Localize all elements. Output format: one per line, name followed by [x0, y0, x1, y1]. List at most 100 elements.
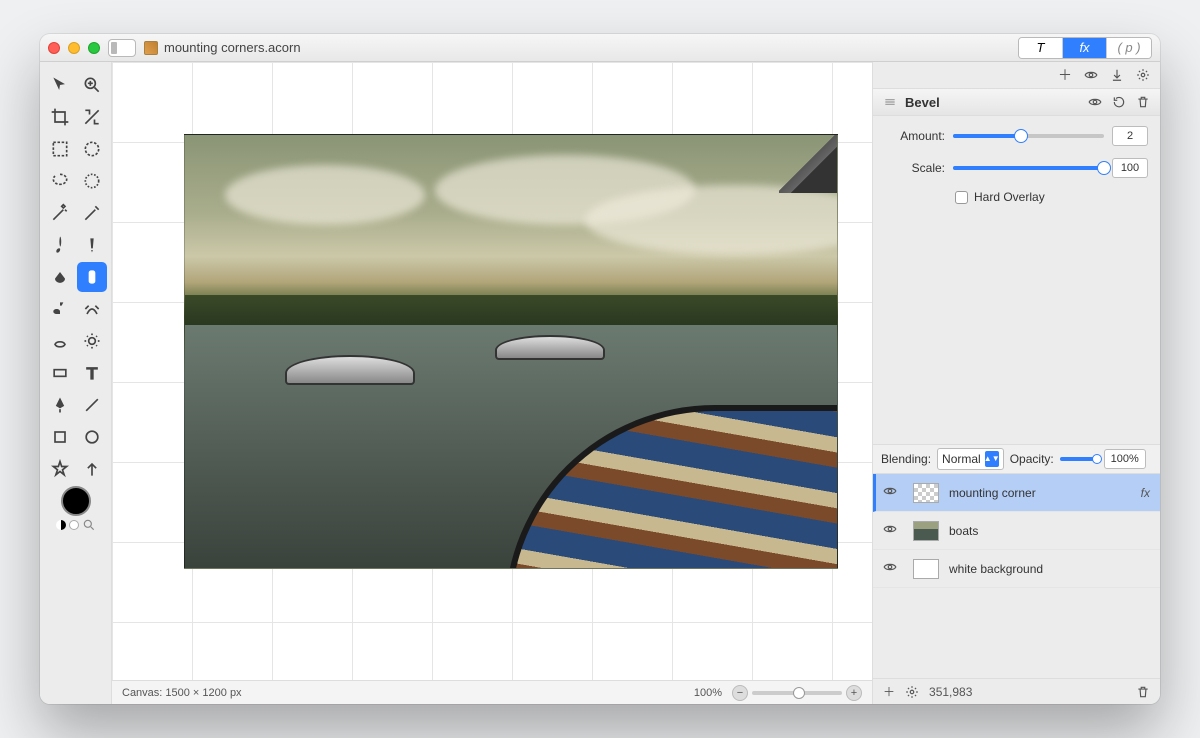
layer-thumbnail	[913, 559, 939, 579]
scale-value-input[interactable]: 100	[1112, 158, 1148, 178]
scale-tool[interactable]	[77, 102, 107, 132]
brush-tool[interactable]	[45, 230, 75, 260]
flatten-filter-icon[interactable]	[1110, 68, 1124, 82]
layer-visibility-icon[interactable]	[883, 560, 903, 577]
layer-name-label: mounting corner	[949, 486, 1036, 500]
fill-tool[interactable]	[45, 262, 75, 292]
app-window: mounting corners.acorn T fx ( p )	[40, 34, 1160, 704]
layer-visibility-icon[interactable]	[883, 522, 903, 539]
filter-toggle-visibility-icon[interactable]	[1088, 95, 1102, 109]
amount-value-input[interactable]: 2	[1112, 126, 1148, 146]
filter-visibility-icon[interactable]	[1084, 68, 1098, 82]
layer-row[interactable]: mounting corner fx	[873, 474, 1160, 512]
zoom-in-button[interactable]: +	[846, 685, 862, 701]
traffic-lights	[48, 42, 100, 54]
delete-layer-icon[interactable]	[1136, 685, 1150, 699]
pencil-tool[interactable]	[77, 230, 107, 260]
gradient-tool[interactable]	[77, 262, 107, 292]
hard-overlay-checkbox[interactable]: Hard Overlay	[955, 190, 1148, 204]
memory-usage-label: 351,983	[929, 685, 972, 699]
background-color-swatch[interactable]	[69, 520, 79, 530]
magic-wand-tool[interactable]	[45, 198, 75, 228]
crop-tool[interactable]	[45, 102, 75, 132]
blending-mode-value: Normal	[942, 452, 981, 466]
arrow-tool[interactable]	[77, 454, 107, 484]
blending-controls: Blending: Normal ▲▼ Opacity: 100%	[873, 444, 1160, 474]
canvas-status-bar: Canvas: 1500 × 1200 px 100% − +	[112, 680, 872, 704]
layers-status-bar: ＋ 351,983	[873, 678, 1160, 704]
fx-toolbar: ＋	[873, 62, 1160, 88]
oval-select-tool[interactable]	[77, 134, 107, 164]
foreground-color-swatch[interactable]	[61, 486, 91, 516]
filter-options-gear-icon[interactable]	[1136, 68, 1150, 82]
inspector-panel: ＋ Bevel Amount:	[872, 62, 1160, 704]
line-tool[interactable]	[77, 390, 107, 420]
circle-tool[interactable]	[77, 422, 107, 452]
filter-controls: Amount: 2 Scale: 100 Hard Overlay	[873, 116, 1160, 214]
move-tool[interactable]	[45, 70, 75, 100]
layers-list: mounting corner fx boats white backgroun…	[873, 474, 1160, 678]
layer-row[interactable]: boats	[873, 512, 1160, 550]
mounting-corner-graphic	[779, 134, 838, 193]
clone-tool[interactable]	[45, 294, 75, 324]
blending-label: Blending:	[881, 452, 931, 466]
sidebar-toggle-button[interactable]	[108, 39, 136, 57]
add-filter-button[interactable]: ＋	[1058, 65, 1072, 85]
layer-thumbnail	[913, 521, 939, 541]
file-icon	[144, 41, 158, 55]
amount-slider[interactable]	[953, 134, 1104, 138]
eyedropper-icon[interactable]	[82, 518, 96, 532]
instant-alpha-tool[interactable]	[77, 198, 107, 228]
document-image	[184, 134, 838, 569]
dodge-tool[interactable]	[45, 326, 75, 356]
blending-mode-select[interactable]: Normal ▲▼	[937, 448, 1004, 470]
scale-slider[interactable]	[953, 166, 1104, 170]
opacity-label: Opacity:	[1010, 452, 1054, 466]
burn-tool[interactable]	[77, 326, 107, 356]
opacity-value-input[interactable]: 100%	[1104, 449, 1146, 469]
layer-thumbnail	[913, 483, 939, 503]
document-title: mounting corners.acorn	[144, 40, 301, 55]
zoom-slider[interactable]	[752, 691, 842, 695]
tool-palette	[40, 62, 112, 704]
add-layer-button[interactable]: ＋	[883, 683, 895, 700]
amount-label: Amount:	[885, 129, 945, 143]
default-colors-icon[interactable]	[56, 520, 66, 530]
filter-name-label: Bevel	[905, 95, 940, 110]
layer-name-label: white background	[949, 562, 1043, 576]
hard-overlay-label: Hard Overlay	[974, 190, 1045, 204]
layer-visibility-icon[interactable]	[883, 484, 903, 501]
inspector-mode-segment: T fx ( p )	[1018, 37, 1152, 59]
fullscreen-window-button[interactable]	[88, 42, 100, 54]
filter-header: Bevel	[873, 88, 1160, 116]
smudge-tool[interactable]	[77, 294, 107, 324]
minimize-window-button[interactable]	[68, 42, 80, 54]
star-tool[interactable]	[45, 454, 75, 484]
opacity-slider[interactable]	[1060, 457, 1098, 461]
filename-label: mounting corners.acorn	[164, 40, 301, 55]
close-window-button[interactable]	[48, 42, 60, 54]
freehand-select-tool[interactable]	[77, 166, 107, 196]
canvas[interactable]	[112, 62, 872, 680]
square-tool[interactable]	[45, 422, 75, 452]
shape-rect-tool[interactable]	[45, 358, 75, 388]
lasso-tool[interactable]	[45, 166, 75, 196]
zoom-tool[interactable]	[77, 70, 107, 100]
adjust-inspector-tab[interactable]: ( p )	[1107, 38, 1151, 58]
fx-inspector-tab[interactable]: fx	[1063, 38, 1107, 58]
zoom-out-button[interactable]: −	[732, 685, 748, 701]
drag-handle-icon[interactable]	[883, 95, 897, 109]
layers-options-gear-icon[interactable]	[905, 685, 919, 699]
zoom-level-label: 100%	[694, 687, 722, 699]
pen-tool[interactable]	[45, 390, 75, 420]
rect-select-tool[interactable]	[45, 134, 75, 164]
titlebar: mounting corners.acorn T fx ( p )	[40, 34, 1160, 62]
filter-delete-icon[interactable]	[1136, 95, 1150, 109]
type-inspector-tab[interactable]: T	[1019, 38, 1063, 58]
layer-fx-badge: fx	[1141, 486, 1150, 500]
select-arrows-icon: ▲▼	[985, 451, 999, 467]
layer-row[interactable]: white background	[873, 550, 1160, 588]
text-tool[interactable]	[77, 358, 107, 388]
filter-reset-icon[interactable]	[1112, 95, 1126, 109]
layer-name-label: boats	[949, 524, 978, 538]
